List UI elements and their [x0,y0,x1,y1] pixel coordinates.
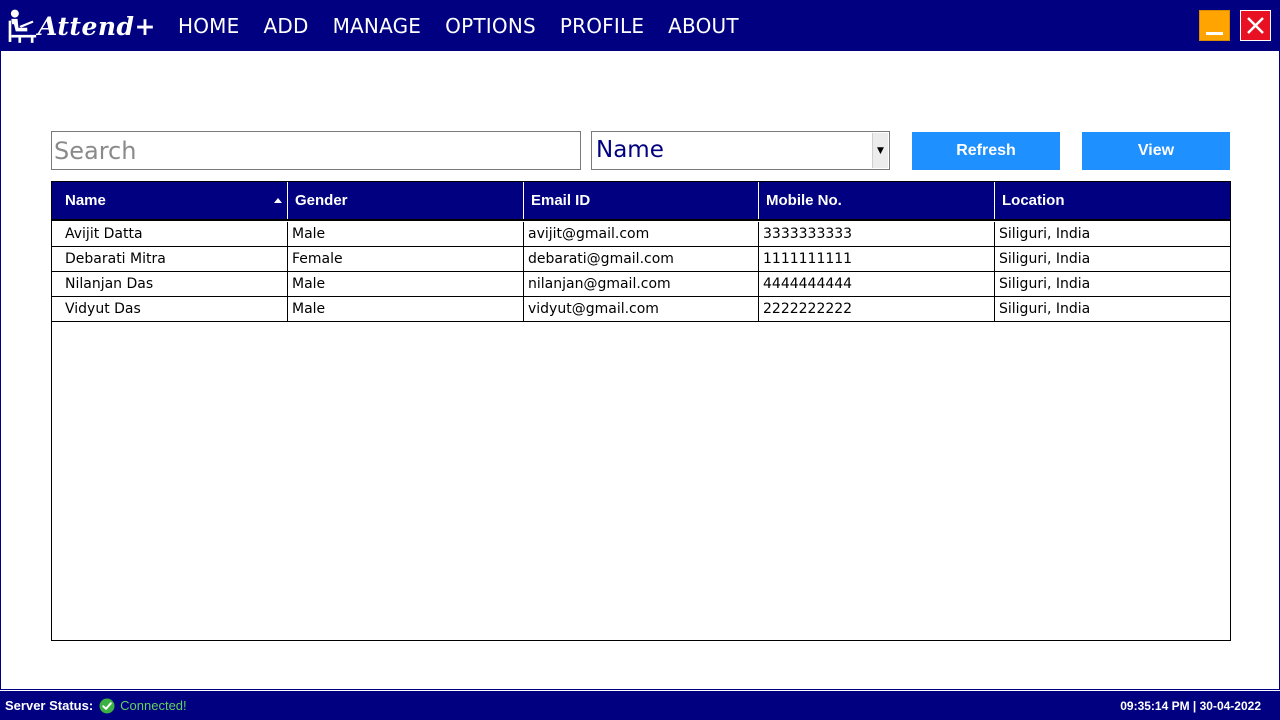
cell-name: Vidyut Das [52,297,288,321]
cell-location: Siliguri, India [999,276,1091,292]
status-bar: Server Status: Connected! 09:35:14 PM | … [0,691,1280,720]
chevron-down-icon[interactable]: ▼ [872,133,888,168]
cell-email: avijit@gmail.com [524,222,759,246]
cell-gender: Male [288,272,524,296]
app-window: Attend+ HOME ADD MANAGE OPTIONS PROFILE … [0,0,1280,720]
cell-location: Siliguri, India [999,226,1091,242]
table-row[interactable]: Debarati Mitra Female debarati@gmail.com… [52,247,1230,272]
close-button[interactable] [1240,10,1271,41]
cell-name: Debarati Mitra [52,247,288,271]
cell-gender: Female [288,247,524,271]
cell-mobile: 2222222222 [759,297,995,321]
column-header-label: Name [65,192,106,209]
view-button[interactable]: View [1082,132,1230,170]
title-bar: Attend+ HOME ADD MANAGE OPTIONS PROFILE … [0,0,1280,51]
column-header-label: Email ID [531,192,591,209]
sort-ascending-icon [274,198,282,203]
table-row[interactable]: Nilanjan Das Male nilanjan@gmail.com 444… [52,272,1230,297]
students-table[interactable]: Name Gender Email ID Mobile No. Location… [51,181,1231,641]
nav-add[interactable]: ADD [251,14,320,38]
table-row[interactable]: Avijit Datta Male avijit@gmail.com 33333… [52,222,1230,247]
cell-location: Siliguri, India [999,251,1091,267]
nav-profile[interactable]: PROFILE [548,14,656,38]
cell-mobile: 4444444444 [759,272,995,296]
cell-gender: Male [288,297,524,321]
column-header-mobile[interactable]: Mobile No. [759,182,995,219]
minimize-button[interactable] [1199,10,1230,41]
server-status-value: Connected! [120,698,187,713]
cell-location: Siliguri, India [999,301,1091,317]
cell-email: nilanjan@gmail.com [524,272,759,296]
column-header-name[interactable]: Name [52,182,288,219]
column-header-label: Gender [295,192,348,209]
server-status-label: Server Status: [5,698,94,713]
refresh-button[interactable]: Refresh [912,132,1060,170]
column-header-gender[interactable]: Gender [288,182,524,219]
status-datetime: 09:35:14 PM | 30-04-2022 [1120,698,1261,713]
person-at-desk-icon [8,9,37,43]
nav-options[interactable]: OPTIONS [433,14,548,38]
table-row[interactable]: Vidyut Das Male vidyut@gmail.com 2222222… [52,297,1230,322]
cell-mobile: 1111111111 [759,247,995,271]
column-header-location[interactable]: Location [995,182,1230,219]
app-logo[interactable]: Attend+ [6,5,156,47]
cell-gender: Male [288,222,524,246]
column-header-label: Location [1002,192,1065,209]
table-body: Avijit Datta Male avijit@gmail.com 33333… [52,222,1230,322]
cell-name: Nilanjan Das [52,272,288,296]
cell-name: Avijit Datta [52,222,288,246]
nav-home[interactable]: HOME [166,14,251,38]
table-header: Name Gender Email ID Mobile No. Location [52,182,1230,221]
cell-mobile: 3333333333 [759,222,995,246]
app-logo-text: Attend+ [37,11,156,41]
search-input[interactable] [51,131,581,170]
filter-select[interactable]: Name ▼ [591,131,890,170]
filter-select-value: Name [596,137,664,163]
column-header-label: Mobile No. [766,192,842,209]
nav-manage[interactable]: MANAGE [321,14,434,38]
close-icon [1247,17,1264,34]
nav-about[interactable]: ABOUT [656,14,751,38]
check-circle-icon [99,698,115,713]
cell-email: vidyut@gmail.com [524,297,759,321]
main-nav: HOME ADD MANAGE OPTIONS PROFILE ABOUT [166,0,751,51]
column-header-email[interactable]: Email ID [524,182,759,219]
cell-email: debarati@gmail.com [524,247,759,271]
